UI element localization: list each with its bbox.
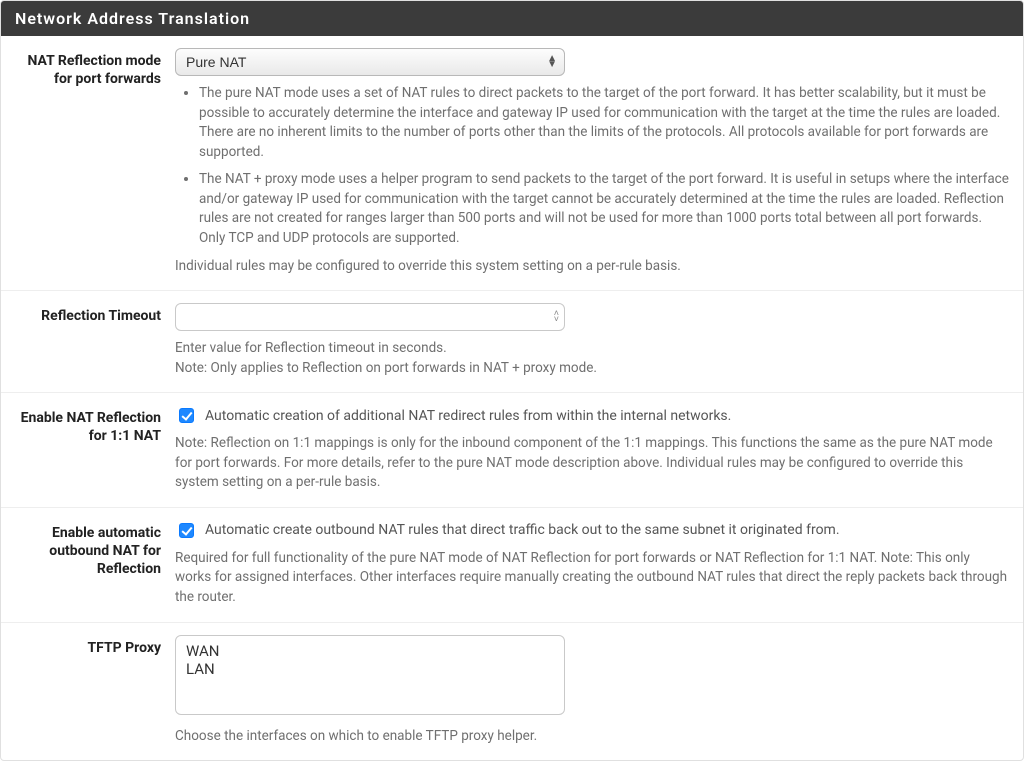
control-reflection-timeout: ˄˅ Enter value for Reflection timeout in…	[175, 303, 1009, 378]
label-tftp-proxy: TFTP Proxy	[15, 635, 175, 657]
reflection-1to1-checkbox-label: Automatic creation of additional NAT red…	[205, 408, 731, 424]
auto-outbound-check-line[interactable]: Automatic create outbound NAT rules that…	[175, 520, 1009, 541]
reflection-timeout-input[interactable]	[175, 303, 565, 331]
label-reflection-timeout: Reflection Timeout	[15, 303, 175, 325]
nat-mode-help-footer: Individual rules may be configured to ov…	[175, 257, 1009, 277]
tftp-proxy-select[interactable]	[175, 635, 565, 715]
reflection-1to1-check-line[interactable]: Automatic creation of additional NAT red…	[175, 405, 1009, 426]
nat-panel: Network Address Translation NAT Reflecti…	[0, 0, 1024, 761]
row-tftp-proxy: TFTP Proxy Choose the interfaces on whic…	[1, 623, 1023, 761]
panel-title: Network Address Translation	[1, 1, 1023, 36]
row-reflection-timeout: Reflection Timeout ˄˅ Enter value for Re…	[1, 291, 1023, 393]
auto-outbound-checkbox-label: Automatic create outbound NAT rules that…	[205, 522, 840, 538]
auto-outbound-help: Required for full functionality of the p…	[175, 549, 1009, 608]
row-auto-outbound: Enable automatic outbound NAT for Reflec…	[1, 508, 1023, 623]
nat-mode-select-wrap: Pure NAT ▲▼	[175, 48, 565, 76]
control-nat-mode: Pure NAT ▲▼ The pure NAT mode uses a set…	[175, 48, 1009, 276]
nat-mode-help: The pure NAT mode uses a set of NAT rule…	[175, 84, 1009, 276]
reflection-timeout-help: Enter value for Reflection timeout in se…	[175, 339, 1009, 378]
reflection-timeout-help-line1: Enter value for Reflection timeout in se…	[175, 339, 1009, 359]
control-reflection-1to1: Automatic creation of additional NAT red…	[175, 405, 1009, 493]
label-auto-outbound: Enable automatic outbound NAT for Reflec…	[15, 520, 175, 579]
nat-mode-select[interactable]: Pure NAT	[175, 48, 565, 76]
nat-mode-help-bullet1: The pure NAT mode uses a set of NAT rule…	[199, 84, 1009, 162]
label-reflection-1to1: Enable NAT Reflection for 1:1 NAT	[15, 405, 175, 445]
reflection-timeout-input-wrap: ˄˅	[175, 303, 565, 331]
row-nat-mode: NAT Reflection mode for port forwards Pu…	[1, 36, 1023, 291]
auto-outbound-checkbox[interactable]	[179, 523, 194, 538]
reflection-1to1-checkbox[interactable]	[179, 408, 194, 423]
label-nat-mode: NAT Reflection mode for port forwards	[15, 48, 175, 88]
tftp-proxy-help: Choose the interfaces on which to enable…	[175, 727, 1009, 747]
reflection-1to1-help: Note: Reflection on 1:1 mappings is only…	[175, 434, 1009, 493]
control-tftp-proxy: Choose the interfaces on which to enable…	[175, 635, 1009, 747]
row-reflection-1to1: Enable NAT Reflection for 1:1 NAT Automa…	[1, 393, 1023, 508]
control-auto-outbound: Automatic create outbound NAT rules that…	[175, 520, 1009, 608]
reflection-timeout-help-line2: Note: Only applies to Reflection on port…	[175, 359, 1009, 379]
nat-mode-help-bullet2: The NAT + proxy mode uses a helper progr…	[199, 170, 1009, 248]
